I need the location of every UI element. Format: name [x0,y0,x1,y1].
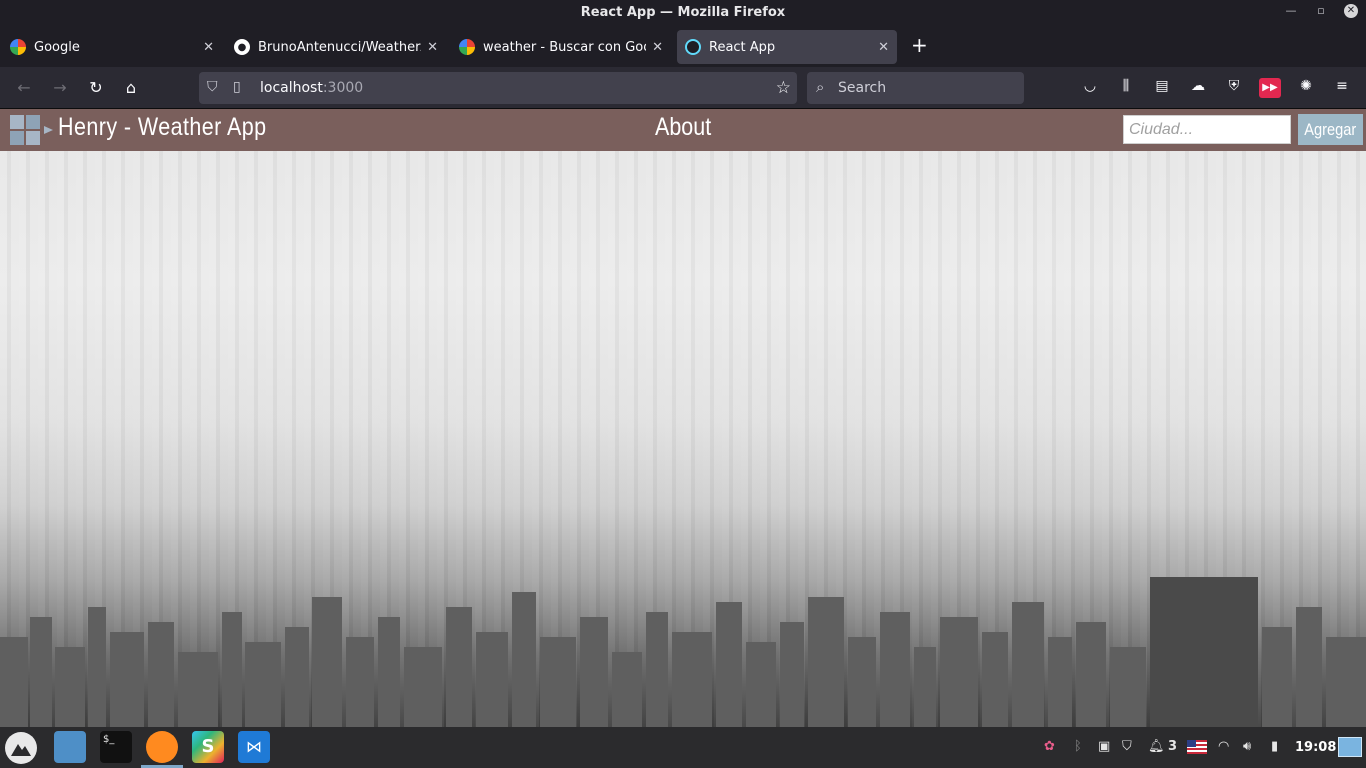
show-desktop-icon[interactable] [1338,737,1362,757]
volume-icon[interactable]: 🔊︎ [1243,739,1251,754]
url-host: localhost [260,80,323,96]
restore-icon[interactable]: ▫ [1314,4,1328,18]
tab-github[interactable]: ● BrunoAntenucci/WeatherAp ✕ [226,30,446,64]
close-window-icon[interactable]: ✕ [1344,4,1358,18]
library-icon[interactable]: ⫼ [1115,78,1137,98]
extension-forward-icon[interactable]: ▶▶ [1259,78,1281,98]
page-icon[interactable]: ▯ [233,79,241,95]
us-flag-icon[interactable] [1187,740,1207,754]
google-icon [10,39,26,55]
hamburger-menu-icon[interactable]: ≡ [1331,78,1353,98]
clipboard-icon[interactable]: ▣ [1098,739,1110,754]
city-skyline-image [0,577,1366,727]
app-navbar: Henry - Weather App About Agregar [0,109,1366,151]
add-city-label: Agregar [1304,119,1357,139]
window-controls: — ▫ ✕ [1284,4,1358,18]
slack-icon[interactable]: S [192,731,224,763]
tab-label: Google [34,39,80,55]
page-viewport: Henry - Weather App About Agregar [0,109,1366,727]
tab-label: weather - Buscar con Google [483,39,646,55]
city-input[interactable] [1123,115,1291,144]
search-placeholder: Search [838,80,887,96]
tab-label: BrunoAntenucci/WeatherAp [258,39,422,55]
firefox-icon[interactable] [141,731,183,768]
files-icon[interactable] [54,731,86,763]
extension-react-icon[interactable]: ✺ [1295,78,1317,98]
notifications-icon[interactable]: 🔔︎ [1148,739,1165,754]
search-icon: ⌕ [816,78,825,96]
back-icon[interactable]: ← [13,77,35,99]
forward-icon[interactable]: → [49,77,71,99]
google-icon [459,39,475,55]
bookmark-star-icon[interactable]: ☆ [776,78,791,98]
shield-icon[interactable]: ⛉ [207,79,218,95]
bluetooth-icon[interactable]: ᛒ [1074,739,1082,754]
tab-google[interactable]: Google ✕ [2,30,222,64]
minimize-icon[interactable]: — [1284,4,1298,18]
tab-react-app[interactable]: React App ✕ [677,30,897,64]
battery-icon[interactable]: ▮ [1271,739,1278,754]
slack-tray-icon[interactable]: ✿ [1044,739,1055,754]
henry-logo[interactable] [8,115,54,147]
close-tab-icon[interactable]: ✕ [203,40,214,55]
add-city-button[interactable]: Agregar [1298,114,1363,145]
url-bar[interactable]: ⛉ ▯ localhost:3000 ☆ [199,72,797,104]
about-link[interactable]: About [655,113,711,142]
extension-lock-icon[interactable]: ⛨ [1223,78,1245,98]
sidebar-icon[interactable]: ▤ [1151,78,1173,98]
github-icon: ● [234,39,250,55]
clock[interactable]: 19:08 [1295,740,1336,755]
tab-weather-search[interactable]: weather - Buscar con Google ✕ [451,30,671,64]
window-title: React App — Mozilla Firefox [580,5,786,20]
new-tab-icon[interactable]: + [911,35,928,55]
sync-icon[interactable]: ☁ [1187,78,1209,98]
home-icon[interactable]: ⌂ [120,77,142,99]
reload-icon[interactable]: ↻ [85,77,107,99]
notification-count: 3 [1168,739,1178,754]
wifi-icon[interactable]: ◠ [1218,739,1229,754]
browser-navbar: ← → ↻ ⌂ ⛉ ▯ localhost:3000 ☆ ⌕ Search ◡ … [0,67,1366,109]
menu-icon[interactable] [5,732,37,764]
close-tab-icon[interactable]: ✕ [878,40,889,55]
search-bar[interactable]: ⌕ Search [807,72,1024,104]
terminal-icon[interactable]: $_ [100,731,132,763]
tab-strip: Google ✕ ● BrunoAntenucci/WeatherAp ✕ we… [0,27,1366,67]
close-tab-icon[interactable]: ✕ [427,40,438,55]
vscode-icon[interactable]: ⋈ [238,731,270,763]
react-icon [685,39,701,55]
shield-tray-icon[interactable]: ⛉ [1122,739,1132,754]
pocket-icon[interactable]: ◡ [1079,78,1101,98]
close-tab-icon[interactable]: ✕ [652,40,663,55]
url-port: :3000 [322,80,364,96]
system-taskbar: $_ S ⋈ ✿ ᛒ ▣ ⛉ 🔔︎ 3 ◠ 🔊︎ ▮ 19:08 [0,727,1366,768]
tab-label: React App [709,39,776,55]
url-text[interactable]: localhost:3000 [260,80,363,96]
window-titlebar: React App — Mozilla Firefox — ▫ ✕ [0,0,1366,27]
app-title[interactable]: Henry - Weather App [58,113,267,142]
